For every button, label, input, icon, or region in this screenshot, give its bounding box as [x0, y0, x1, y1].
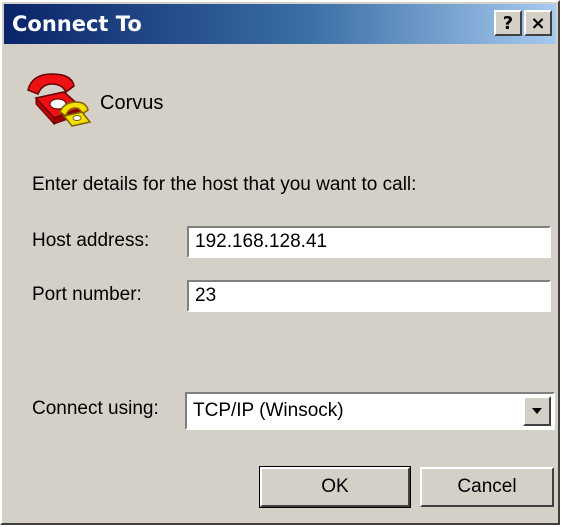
connect-using-value: TCP/IP (Winsock) — [193, 400, 344, 421]
title-bar[interactable]: Connect To ? × — [4, 4, 556, 44]
host-address-label: Host address: — [32, 230, 150, 251]
telephone-icon — [27, 73, 92, 127]
cancel-button[interactable]: Cancel — [420, 467, 554, 507]
connect-using-label: Connect using: — [32, 398, 159, 419]
connection-name: Corvus — [100, 92, 164, 114]
connect-to-dialog: Connect To ? × Corvus Enter details for … — [0, 0, 560, 525]
port-number-input[interactable] — [187, 280, 551, 312]
chevron-down-icon — [532, 408, 542, 414]
host-address-input[interactable] — [187, 226, 551, 258]
instruction-text: Enter details for the host that you want… — [32, 174, 417, 195]
window-title: Connect To — [12, 12, 142, 36]
ok-button[interactable]: OK — [259, 466, 411, 508]
close-button[interactable]: × — [524, 10, 552, 36]
dropdown-arrow-button[interactable] — [523, 396, 551, 426]
connect-using-dropdown[interactable]: TCP/IP (Winsock) — [185, 392, 555, 430]
port-number-label: Port number: — [32, 284, 142, 305]
help-button[interactable]: ? — [494, 10, 522, 36]
close-icon[interactable]: × — [530, 13, 545, 34]
